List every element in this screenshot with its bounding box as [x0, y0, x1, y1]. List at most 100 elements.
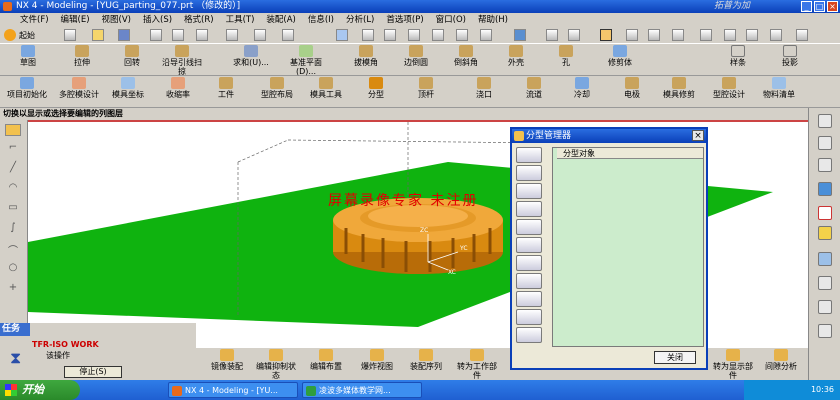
create-core-icon[interactable]	[516, 255, 542, 271]
hole-button[interactable]: 孔	[548, 45, 584, 67]
transition-object-icon[interactable]	[516, 165, 542, 181]
assembly-navigator-icon[interactable]	[818, 114, 832, 128]
cavity-design-button[interactable]: 型腔设计	[706, 77, 752, 99]
menu-preferences[interactable]: 首选项(P)	[380, 13, 429, 27]
extrude-button[interactable]: 拉伸	[62, 45, 102, 67]
menu-insert[interactable]: 插入(S)	[137, 13, 178, 27]
select-arrow-icon[interactable]	[5, 124, 21, 136]
start-button[interactable]: 开始	[0, 380, 80, 400]
view-orient-icon[interactable]	[480, 29, 492, 41]
snap-mid-icon[interactable]	[672, 29, 684, 41]
parting-button[interactable]: 分型	[356, 77, 396, 99]
project-init-button[interactable]: 项目初始化	[6, 77, 48, 99]
zoom-area-icon[interactable]	[384, 29, 396, 41]
palette-icon[interactable]	[818, 300, 832, 314]
snap-point-icon[interactable]	[626, 29, 638, 41]
menu-view[interactable]: 视图(V)	[96, 13, 137, 27]
selection-filter-icon[interactable]	[600, 29, 612, 41]
trade-off-icon[interactable]	[516, 273, 542, 289]
tray-clock[interactable]: 10:36	[811, 385, 834, 394]
copy-icon[interactable]	[172, 29, 184, 41]
snap-end-icon[interactable]	[648, 29, 660, 41]
menu-assembly[interactable]: 装配(A)	[260, 13, 301, 27]
web-browser-icon[interactable]	[818, 182, 832, 196]
assembly-sequence-button[interactable]: 装配序列	[404, 349, 448, 371]
shell-button[interactable]: 外壳	[496, 45, 536, 67]
datum-plane-button[interactable]: 基准平面(D)...	[284, 45, 328, 76]
refresh-parting-icon[interactable]	[516, 327, 542, 343]
menu-tools[interactable]: 工具(T)	[220, 13, 261, 27]
point-icon[interactable]: +	[5, 282, 21, 294]
refresh-icon[interactable]	[456, 29, 468, 41]
history-icon[interactable]	[818, 206, 832, 220]
mold-csys-button[interactable]: 模具坐标	[106, 77, 150, 99]
paste-icon[interactable]	[196, 29, 208, 41]
workpiece-button[interactable]: 工件	[206, 77, 246, 99]
menu-format[interactable]: 格式(R)	[178, 13, 220, 27]
curve-icon[interactable]: ∫	[5, 222, 21, 234]
edge-blend-button[interactable]: 边倒圆	[396, 45, 436, 67]
edit-arrangement-button[interactable]: 编辑布置	[304, 349, 348, 371]
menu-edit[interactable]: 编辑(E)	[55, 13, 96, 27]
zoom-icon[interactable]	[362, 29, 374, 41]
menu-analysis[interactable]: 分析(L)	[340, 13, 380, 27]
mirror-assembly-button[interactable]: 镜像装配	[202, 349, 252, 371]
make-work-part-button[interactable]: 转为工作部件	[454, 349, 500, 380]
extract-region-icon[interactable]	[516, 219, 542, 235]
part-navigator-icon[interactable]	[818, 158, 832, 172]
maximize-icon[interactable]: □	[814, 1, 825, 12]
shaded-view-icon[interactable]	[514, 29, 526, 41]
cooling-button[interactable]: 冷却	[562, 77, 602, 99]
roles-icon[interactable]	[818, 276, 832, 290]
snap-existing-icon[interactable]	[770, 29, 782, 41]
electrode-button[interactable]: 电极	[612, 77, 652, 99]
create-parting-surface-icon[interactable]	[516, 183, 542, 199]
clearance-analysis-button[interactable]: 间隙分析	[758, 349, 804, 371]
help-icon[interactable]	[796, 29, 808, 41]
dialog-close-button[interactable]: 关闭	[654, 351, 696, 364]
menu-info[interactable]: 信息(I)	[302, 13, 340, 27]
mold-tools-button[interactable]: 模具工具	[304, 77, 348, 99]
delete-icon[interactable]	[226, 29, 238, 41]
runner-button[interactable]: 流道	[514, 77, 554, 99]
select-icon[interactable]	[282, 29, 294, 41]
start-menu-button[interactable]: 起始	[19, 29, 35, 42]
edit-suppression-button[interactable]: 编辑抑制状态	[254, 349, 298, 380]
exploded-view-button[interactable]: 爆炸视图	[356, 349, 398, 371]
stop-button[interactable]: 停止(S)	[64, 366, 122, 378]
system-materials-icon[interactable]	[818, 252, 832, 266]
circle-icon[interactable]: ○	[5, 262, 21, 274]
undo-icon[interactable]	[254, 29, 266, 41]
spline-button[interactable]: 样条	[720, 45, 756, 67]
bom-button[interactable]: 物料清单	[756, 77, 802, 99]
cavity-layout-button[interactable]: 型腔布局	[254, 77, 300, 99]
minimize-icon[interactable]: _	[801, 1, 812, 12]
taskbar-item-teaching[interactable]: 凌波多媒体教学网...	[302, 382, 422, 398]
family-mold-button[interactable]: 多腔模设计	[56, 77, 102, 99]
trim-body-button[interactable]: 修剪体	[598, 45, 642, 67]
menu-window[interactable]: 窗口(O)	[430, 13, 472, 27]
gate-button[interactable]: 浇口	[464, 77, 504, 99]
mold-trim-button[interactable]: 模具修剪	[656, 77, 702, 99]
dialog-close-icon[interactable]: ×	[692, 130, 704, 141]
new-file-icon[interactable]	[64, 29, 76, 41]
draft-button[interactable]: 拔模角	[346, 45, 386, 67]
line-icon[interactable]: ╱	[5, 162, 21, 174]
shrinkage-button[interactable]: 收缩率	[158, 77, 198, 99]
layer-settings-icon[interactable]	[568, 29, 580, 41]
snap-center-icon[interactable]	[700, 29, 712, 41]
sketch-button[interactable]: 草图	[8, 45, 48, 67]
ejector-pin-button[interactable]: 顶杆	[406, 77, 446, 99]
unite-button[interactable]: 求和(U)...	[226, 45, 276, 67]
snap-quad-icon[interactable]	[724, 29, 736, 41]
make-display-part-button[interactable]: 转为显示部件	[710, 349, 756, 380]
fillet-icon[interactable]: ⌒	[5, 242, 21, 257]
menu-file[interactable]: 文件(F)	[14, 13, 55, 27]
check-geometry-icon[interactable]	[516, 291, 542, 307]
fit-view-icon[interactable]	[336, 29, 348, 41]
parting-line-icon[interactable]	[516, 147, 542, 163]
cut-icon[interactable]	[150, 29, 162, 41]
profile-icon[interactable]: ⌐	[5, 142, 21, 154]
save-icon[interactable]	[118, 29, 130, 41]
revolve-button[interactable]: 回转	[112, 45, 152, 67]
